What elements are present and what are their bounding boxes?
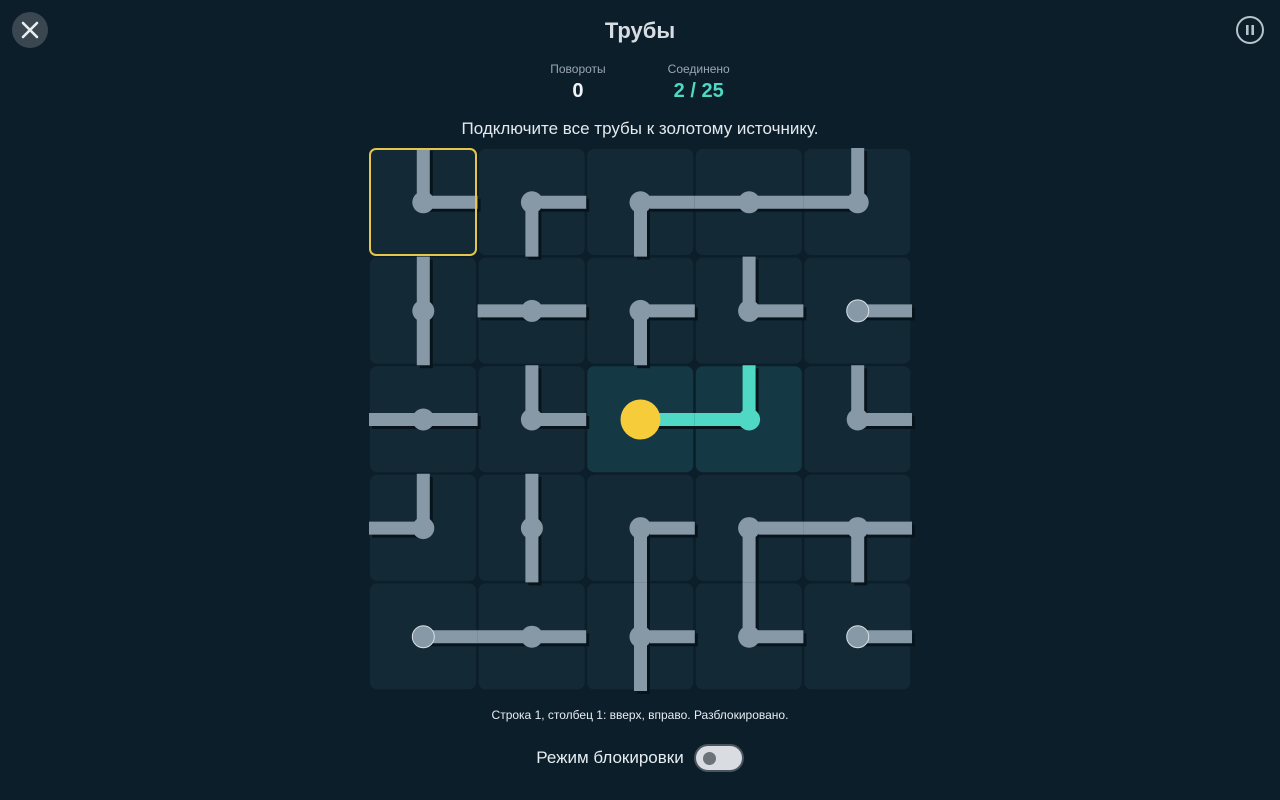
source-node	[620, 399, 661, 440]
pipe-board	[369, 148, 915, 694]
lock-mode-row: Режим блокировки	[0, 744, 1280, 772]
status-line: Строка 1, столбец 1: вверх, вправо. Разб…	[491, 708, 789, 722]
lock-mode-label: Режим блокировки	[536, 748, 684, 767]
lock-mode-toggle[interactable]	[693, 744, 744, 772]
toggle-knob	[702, 752, 716, 765]
